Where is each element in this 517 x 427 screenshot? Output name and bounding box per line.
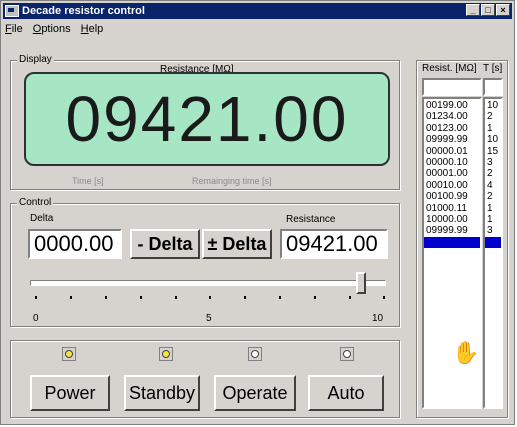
time-list[interactable]: 10 2 1 10 15 3 2 4 2 1 1 3 [483,97,503,409]
list-item[interactable]: 01234.00 [424,111,480,122]
list-item[interactable]: 09999.99 [424,134,480,145]
menu-options[interactable]: Options [33,23,71,35]
close-icon[interactable]: × [496,4,510,16]
standby-lamp-icon [159,347,173,361]
lcd-value: 09421.00 [65,83,349,155]
power-button[interactable]: Power [30,375,110,411]
list-item[interactable]: 2 [485,191,501,202]
list-item[interactable]: 15 [485,146,501,157]
resistance-label: Resistance [286,214,336,225]
control-group: Control [10,197,400,327]
list-item[interactable]: 10 [485,100,501,111]
title-bar[interactable]: Decade resistor control _ □ × [3,3,512,19]
list-item[interactable]: 1 [485,214,501,225]
slider-tick [140,296,142,299]
operate-button[interactable]: Operate [214,375,296,411]
list-item[interactable]: 2 [485,111,501,122]
remaining-time-label: Remainging time [s] [192,176,272,186]
resistance-slider-thumb[interactable] [356,272,367,294]
delta-input[interactable]: 0000.00 [28,229,122,259]
list-item[interactable]: 3 [485,225,501,236]
display-group-label: Display [17,54,54,65]
time-entry-field[interactable] [483,78,503,96]
list-item[interactable]: 00100.99 [424,191,480,202]
auto-button[interactable]: Auto [308,375,384,411]
slider-tick [383,296,385,299]
list-item[interactable]: 00010.00 [424,180,480,191]
menu-bar: File Options Help [5,21,103,37]
slider-tick [70,296,72,299]
slider-tick [209,296,211,299]
slider-tick [349,296,351,299]
maximize-icon[interactable]: □ [481,4,495,16]
list-item[interactable]: 00000.10 [424,157,480,168]
hand-cursor-icon: ✋ [452,340,480,365]
list-item[interactable]: 3 [485,157,501,168]
control-group-label: Control [17,197,54,208]
delta-label: Delta [30,213,54,224]
auto-lamp-icon [340,347,354,361]
list-item[interactable]: 01000.11 [424,203,480,214]
resistance-input[interactable]: 09421.00 [280,229,388,259]
selected-list-row[interactable] [485,236,501,249]
time-column-header: T [s] [483,63,503,74]
list-item[interactable]: 4 [485,180,501,191]
plusminus-delta-button[interactable]: ± Delta [202,229,272,259]
slider-max-label: 10 [372,313,384,324]
list-item[interactable]: 10 [485,134,501,145]
minus-delta-button[interactable]: - Delta [130,229,200,259]
resistance-entry-field[interactable] [422,78,482,96]
operate-lamp-icon [248,347,262,361]
list-item[interactable]: 00001.00 [424,168,480,179]
time-label: Time [s] [72,176,104,186]
menu-help[interactable]: Help [81,23,104,35]
list-item[interactable]: 09999.99 [424,225,480,236]
window-controls: _ □ × [465,4,510,16]
slider-tick [175,296,177,299]
list-item[interactable]: 1 [485,203,501,214]
slider-tick [35,296,37,299]
slider-min-label: 0 [33,313,39,324]
slider-tick [244,296,246,299]
resistance-column-header: Resist. [MΩ] [422,63,477,74]
minimize-icon[interactable]: _ [466,4,480,16]
list-item[interactable]: 1 [485,123,501,134]
list-item[interactable]: 00123.00 [424,123,480,134]
power-lamp-icon [62,347,76,361]
slider-tick [279,296,281,299]
slider-tick [314,296,316,299]
list-item[interactable]: 00199.00 [424,100,480,111]
standby-button[interactable]: Standby [124,375,200,411]
selected-list-row[interactable] [424,236,480,249]
resistance-slider-track[interactable] [30,280,386,286]
app-icon [5,5,19,17]
list-item[interactable]: 10000.00 [424,214,480,225]
lcd-display: 09421.00 [24,72,390,166]
list-item[interactable]: 00000.01 [424,146,480,157]
slider-mid-label: 5 [206,313,212,324]
list-item[interactable]: 2 [485,168,501,179]
window-title: Decade resistor control [22,5,145,17]
slider-tick [105,296,107,299]
menu-file[interactable]: File [5,23,23,35]
